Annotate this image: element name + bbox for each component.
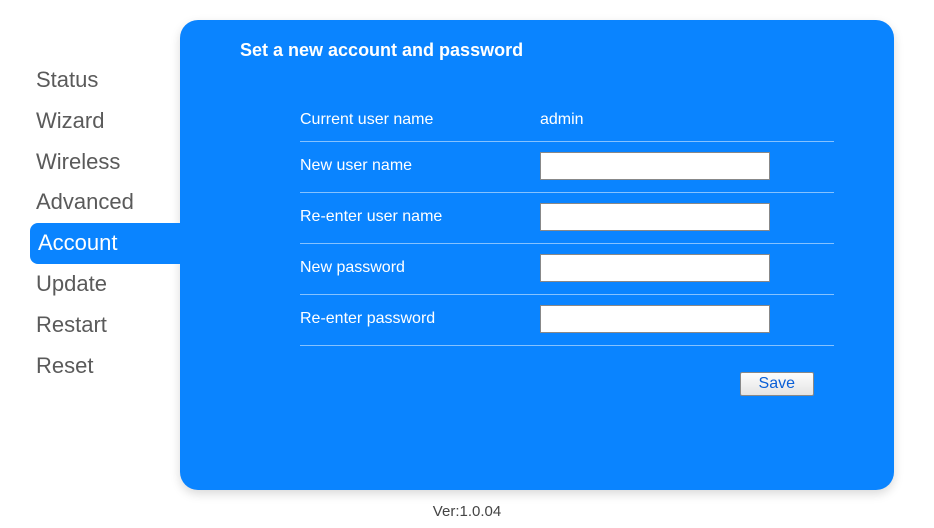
account-form: Current user name admin New user name Re… — [240, 101, 854, 396]
sidebar-item-status[interactable]: Status — [30, 60, 180, 101]
account-panel: Set a new account and password Current u… — [180, 20, 894, 490]
reenter-password-input[interactable] — [540, 305, 770, 333]
panel-title: Set a new account and password — [240, 40, 854, 61]
sidebar-item-advanced[interactable]: Advanced — [30, 182, 180, 223]
new-password-label: New password — [300, 259, 540, 277]
version-label: Ver:1.0.04 — [433, 503, 501, 520]
new-user-label: New user name — [300, 157, 540, 175]
row-new-user: New user name — [300, 142, 834, 193]
sidebar-item-wizard[interactable]: Wizard — [30, 101, 180, 142]
row-reenter-user: Re-enter user name — [300, 193, 834, 244]
reenter-user-label: Re-enter user name — [300, 208, 540, 226]
sidebar-item-restart[interactable]: Restart — [30, 305, 180, 346]
sidebar-item-account[interactable]: Account — [30, 223, 200, 264]
button-row: Save — [300, 346, 834, 396]
new-password-input[interactable] — [540, 254, 770, 282]
new-user-input[interactable] — [540, 152, 770, 180]
row-new-password: New password — [300, 244, 834, 295]
current-user-label: Current user name — [300, 111, 540, 129]
row-reenter-password: Re-enter password — [300, 295, 834, 346]
current-user-value: admin — [540, 111, 584, 129]
sidebar: Status Wizard Wireless Advanced Account … — [30, 20, 180, 490]
save-button[interactable]: Save — [740, 372, 814, 396]
reenter-password-label: Re-enter password — [300, 310, 540, 328]
sidebar-item-reset[interactable]: Reset — [30, 346, 180, 387]
row-current-user: Current user name admin — [300, 101, 834, 142]
sidebar-item-wireless[interactable]: Wireless — [30, 142, 180, 183]
reenter-user-input[interactable] — [540, 203, 770, 231]
sidebar-item-update[interactable]: Update — [30, 264, 180, 305]
